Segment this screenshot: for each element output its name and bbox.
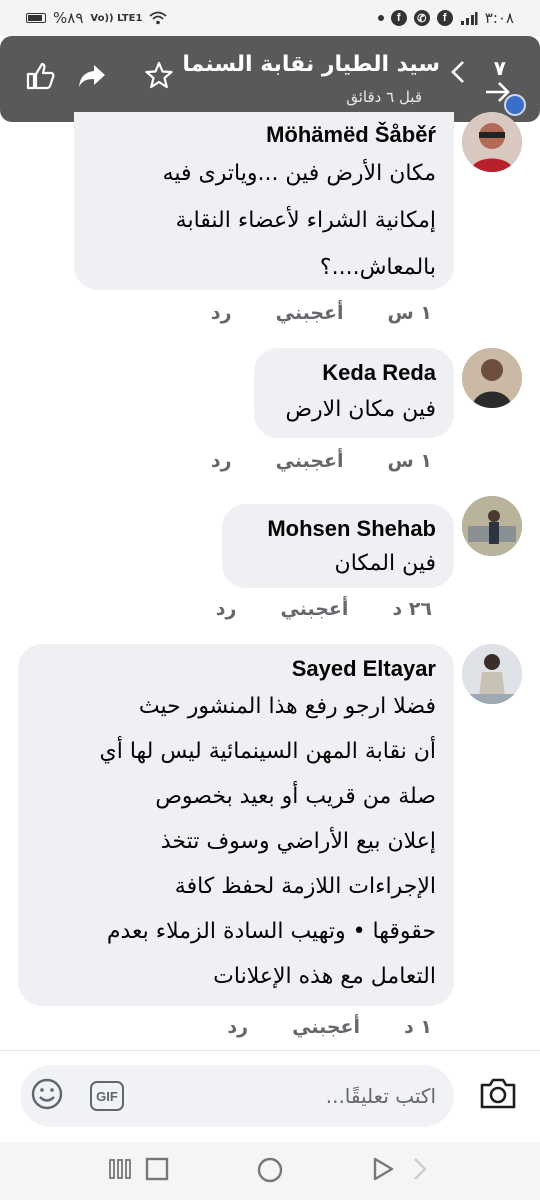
- signal-icon: [460, 11, 478, 25]
- play-triangle-icon: [373, 1157, 394, 1181]
- system-nav-bar: [0, 1142, 540, 1200]
- gif-button[interactable]: GIF: [90, 1081, 124, 1111]
- comment-time: ١ س: [387, 302, 432, 324]
- like-link[interactable]: أعجبني: [276, 302, 344, 324]
- facebook-icon-2: f: [436, 10, 453, 26]
- reply-link[interactable]: رد: [211, 302, 232, 324]
- comment-input[interactable]: [166, 1077, 436, 1115]
- comment-actions: ١ د أعجبني رد: [227, 1016, 432, 1038]
- smiley-icon: [31, 1078, 63, 1110]
- wifi-icon: [149, 11, 167, 25]
- notification-dot-icon: [377, 15, 384, 21]
- post-header: سيد الطيار نقابة السنما قبل ٦ دقائق ٧: [0, 36, 540, 122]
- recents-icon: [109, 1159, 131, 1179]
- star-icon: [145, 61, 173, 89]
- network-label: Vo)) LTE1: [90, 12, 143, 24]
- camera-icon: [480, 1078, 516, 1109]
- like-link[interactable]: أعجبني: [276, 450, 344, 472]
- comment-actions: ١ س أعجبني رد: [211, 302, 432, 324]
- like-button[interactable]: [22, 58, 58, 94]
- post-timestamp: قبل ٦ دقائق: [346, 88, 422, 106]
- chevron-right-icon: [410, 1156, 440, 1186]
- comment-input-container[interactable]: GIF: [20, 1065, 454, 1127]
- comment-time: ١ س: [387, 450, 432, 472]
- like-link[interactable]: أعجبني: [281, 598, 349, 620]
- share-arrow-icon: [79, 65, 105, 87]
- home-button[interactable]: [256, 1156, 286, 1186]
- comment-time: ١ د: [404, 1016, 432, 1038]
- comment-text: مكان الأرض فين ...وياترى فيه إمكانية الش…: [162, 161, 436, 280]
- status-bar: %٨٩ Vo)) LTE1 f ✆ f ٣:٠٨: [0, 0, 540, 36]
- status-left: %٨٩ Vo)) LTE1: [26, 9, 167, 27]
- facebook-icon: f: [390, 10, 407, 26]
- share-button[interactable]: [74, 58, 110, 94]
- reply-link[interactable]: رد: [211, 450, 232, 472]
- home-circle-icon: [257, 1157, 283, 1183]
- comment-author[interactable]: Mohsen Shehab: [240, 514, 436, 544]
- comment-actions: ١ س أعجبني رد: [211, 450, 432, 472]
- avatar[interactable]: [462, 348, 522, 408]
- overview-button[interactable]: [144, 1156, 174, 1186]
- back-nav-button[interactable]: [370, 1156, 400, 1186]
- comment-bubble: Keda Reda فين مكان الارض: [254, 348, 454, 438]
- save-star-button[interactable]: [142, 58, 176, 92]
- avatar[interactable]: [462, 496, 522, 556]
- comment-author[interactable]: Keda Reda: [272, 358, 436, 388]
- battery-icon: [26, 13, 46, 23]
- comment-time: ٢٦ د: [392, 598, 432, 620]
- phone-icon: ✆: [413, 10, 430, 26]
- avatar[interactable]: [462, 644, 522, 704]
- emoji-button[interactable]: [30, 1077, 66, 1113]
- comment-text: فضلا ارجو رفع هذا المنشور حيث أن نقابة ا…: [99, 694, 437, 989]
- back-button[interactable]: [480, 74, 516, 110]
- battery-level: %٨٩: [53, 9, 84, 27]
- square-icon: [145, 1157, 169, 1181]
- arrow-right-icon: [486, 82, 510, 102]
- camera-button[interactable]: [478, 1075, 518, 1115]
- comment-bubble: Möhämëd Šåběŕ مكان الأرض فين ...وياترى ف…: [74, 112, 454, 290]
- comment-author[interactable]: Sayed Eltayar: [36, 654, 436, 684]
- comment-author[interactable]: Möhämëd Šåběŕ: [92, 120, 436, 150]
- clock: ٣:٠٨: [484, 9, 514, 27]
- comment-actions: ٢٦ د أعجبني رد: [216, 598, 432, 620]
- chevron-left-icon[interactable]: [446, 60, 470, 84]
- comment-text: فين مكان الارض: [285, 397, 436, 422]
- reply-link[interactable]: رد: [216, 598, 237, 620]
- reply-link[interactable]: رد: [227, 1016, 248, 1038]
- recent-apps-button[interactable]: [108, 1156, 138, 1186]
- page-title[interactable]: سيد الطيار نقابة السنما: [182, 52, 440, 77]
- avatar[interactable]: [462, 112, 522, 172]
- thumbs-up-icon: [26, 62, 55, 90]
- like-link[interactable]: أعجبني: [292, 1016, 360, 1038]
- comment-text: فين المكان: [334, 551, 436, 576]
- comment-composer: GIF: [0, 1050, 540, 1142]
- status-right: f ✆ f ٣:٠٨: [377, 9, 514, 27]
- comment-bubble: Sayed Eltayar فضلا ارجو رفع هذا المنشور …: [18, 644, 454, 1006]
- comment-bubble: Mohsen Shehab فين المكان: [222, 504, 454, 588]
